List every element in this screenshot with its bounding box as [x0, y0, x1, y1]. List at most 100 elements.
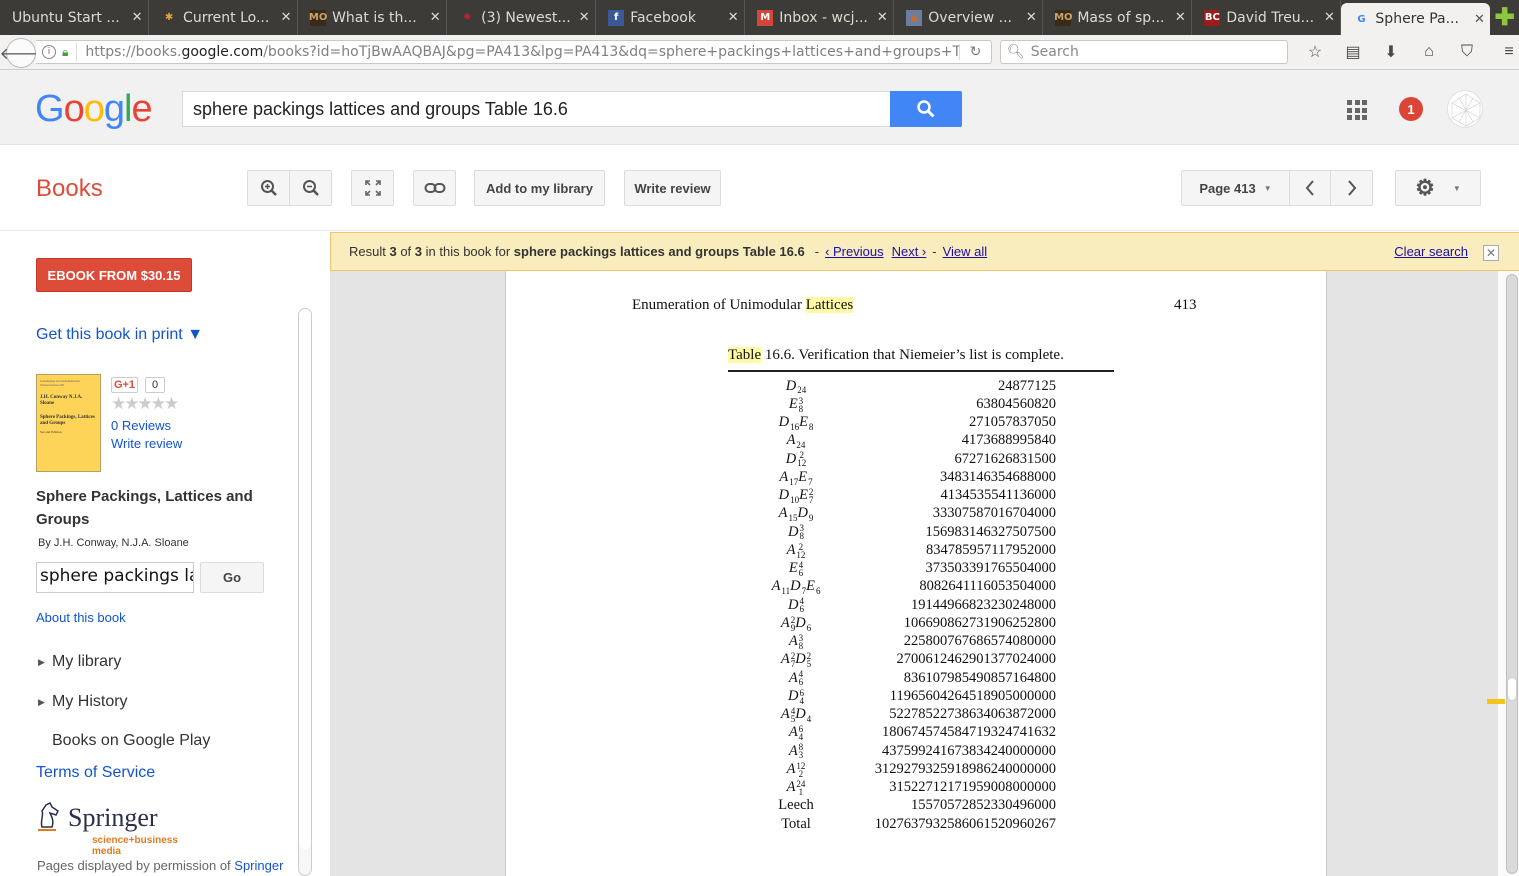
lattice-count: 67271626831500 — [954, 450, 1057, 467]
write-review-link[interactable]: Write review — [111, 436, 182, 451]
browser-tab[interactable]: f Facebook ✕ — [596, 0, 746, 35]
lattice-count: 836107985490857164800 — [903, 669, 1056, 686]
browser-tab[interactable]: M Inbox - wcj... ✕ — [745, 0, 895, 35]
notification-badge[interactable]: 1 — [1399, 97, 1423, 121]
clear-search-link[interactable]: Clear search — [1394, 244, 1468, 259]
lattice-count: 1027637932586061520960267 — [874, 815, 1056, 832]
close-tab-icon[interactable]: ✕ — [1020, 10, 1042, 25]
table-row: E 3 8 63804560820 — [726, 395, 1056, 413]
pocket-icon[interactable]: ⛉ — [1448, 40, 1486, 64]
tab-title: David Treu... — [1226, 9, 1315, 26]
info-icon[interactable]: i — [42, 45, 56, 59]
close-tab-icon[interactable]: ✕ — [424, 10, 446, 25]
lattice-count: 8082641116053504000 — [919, 578, 1056, 595]
expand-triangle-icon: ▶ — [38, 696, 45, 707]
search-in-book-input[interactable]: sphere packings lattices and groups Tabl… — [36, 562, 194, 593]
url-path: /books?id=hoTjBwAAQBAJ&pg=PA413&lpg=PA41… — [263, 44, 959, 60]
next-page-button[interactable] — [1330, 170, 1373, 206]
browser-tab-strip: Ubuntu Start ... ✕ ✱ Current Lo... ✕ MO What i… — [0, 0, 1519, 35]
settings-button[interactable]: ⚙ ▼ — [1395, 170, 1481, 206]
books-on-google-play-link[interactable]: Books on Google Play — [52, 732, 210, 750]
browser-tab[interactable]: G Sphere Pa... ✕ — [1341, 3, 1491, 35]
close-tab-icon[interactable]: ✕ — [722, 10, 744, 25]
close-tab-icon[interactable]: ✕ — [1318, 10, 1340, 25]
fullscreen-button[interactable] — [351, 170, 394, 206]
search-hit-marker[interactable] — [1487, 699, 1505, 704]
lattice-count: 225800767686574080000 — [903, 633, 1056, 650]
close-tab-icon[interactable]: ✕ — [1468, 12, 1490, 27]
scrollbar-thumb[interactable] — [299, 309, 311, 849]
lattice-name: D 10 E 2 7 — [778, 486, 814, 505]
lattice-name: Leech — [778, 797, 814, 814]
lattice-name: Total — [781, 815, 811, 832]
browser-search-input[interactable]: 🔍︎ Search — [1000, 40, 1288, 64]
about-this-book-link[interactable]: About this book — [36, 610, 126, 625]
reviews-link[interactable]: 0 Reviews — [111, 418, 171, 433]
add-to-library-button[interactable]: Add to my library — [474, 170, 605, 206]
star-icon: ★ — [150, 394, 166, 413]
view-all-link[interactable]: View all — [943, 244, 988, 259]
table-row: A 2 7 D 2 5 2700612462901377024000 — [726, 651, 1056, 669]
lattice-count: 11965604264518905000000 — [889, 687, 1056, 704]
google-search-button[interactable] — [890, 91, 962, 127]
bookmark-star-icon[interactable]: ☆ — [1296, 40, 1334, 64]
book-cover[interactable]: Grundlehren der mathematischen Wissensch… — [36, 374, 101, 472]
lattice-count: 271057837050 — [969, 414, 1056, 431]
my-library-item[interactable]: ▶ My library — [38, 653, 121, 671]
springer-link[interactable]: Springer — [234, 858, 283, 873]
ebook-purchase-button[interactable]: EBOOK FROM $30.15 — [36, 258, 192, 292]
close-tab-icon[interactable]: ✕ — [126, 10, 148, 25]
browser-tab[interactable]: MO What is th... ✕ — [298, 0, 448, 35]
page-select-dropdown[interactable]: Page 413 ▼ — [1181, 170, 1290, 206]
table-row: A 11 D 7E 6 8082641116053504000 — [726, 578, 1056, 596]
google-logo[interactable]: Google — [35, 88, 153, 131]
my-history-item[interactable]: ▶ My History — [38, 693, 128, 711]
avatar[interactable] — [1447, 90, 1483, 128]
scrollbar-thumb[interactable] — [1507, 676, 1517, 701]
table-row: A 8 3 437599241673834240000000 — [726, 742, 1056, 760]
zoom-out-button[interactable] — [289, 170, 332, 206]
get-book-in-print-link[interactable]: Get this book in print ▼ — [36, 326, 203, 344]
previous-page-button[interactable] — [1289, 170, 1331, 206]
close-tab-icon[interactable]: ✕ — [573, 10, 595, 25]
previous-result-link[interactable]: ‹ Previous — [825, 244, 884, 259]
tab-title: Ubuntu Start ... — [12, 9, 120, 26]
menu-icon[interactable]: ≡ — [1490, 40, 1519, 64]
reading-list-icon[interactable]: ▤ — [1334, 40, 1372, 64]
url-bar[interactable]: i 🔒︎ https://books.google.com/books?id=h… — [36, 40, 992, 64]
google-search-input[interactable]: sphere packings lattices and groups Tabl… — [182, 91, 891, 127]
back-button[interactable]: 🡐 — [0, 38, 42, 68]
go-button[interactable]: Go — [200, 562, 264, 593]
books-section-title[interactable]: Books — [36, 175, 103, 203]
close-icon[interactable]: ✕ — [1483, 245, 1499, 261]
apps-grid-icon[interactable] — [1347, 100, 1367, 120]
reload-icon[interactable]: ↻ — [959, 44, 991, 60]
close-tab-icon[interactable]: ✕ — [1169, 10, 1191, 25]
browser-tab[interactable]: ▲ Overview ... ✕ — [894, 0, 1044, 35]
url-text[interactable]: https://books.google.com/books?id=hoTjBw… — [85, 44, 959, 60]
close-tab-icon[interactable]: ✕ — [275, 10, 297, 25]
next-result-link[interactable]: Next › — [892, 244, 927, 259]
browser-tab[interactable]: ✱ Current Lo... ✕ — [149, 0, 299, 35]
close-tab-icon[interactable]: ✕ — [871, 10, 893, 25]
zoom-in-icon — [260, 180, 277, 196]
book-page: Enumeration of Unimodular Lattices 413 T… — [505, 271, 1327, 876]
bc-icon: BC — [1204, 9, 1221, 26]
springer-logo[interactable]: Springer science+business media — [36, 801, 201, 857]
google-plus-one-button[interactable]: G+1 — [111, 377, 138, 393]
home-icon[interactable]: ⌂ — [1410, 40, 1448, 64]
my-library-label: My library — [52, 653, 122, 670]
link-button[interactable] — [413, 170, 456, 206]
write-review-button[interactable]: Write review — [624, 170, 721, 206]
new-tab-button[interactable]: ✚ — [1490, 0, 1519, 35]
page-scrollbar[interactable] — [1506, 274, 1518, 874]
sidebar-scrollbar[interactable] — [298, 308, 312, 876]
browser-tab[interactable]: ✸ (3) Newest... ✕ — [447, 0, 597, 35]
browser-tab[interactable]: Ubuntu Start ... ✕ — [0, 0, 150, 35]
terms-of-service-link[interactable]: Terms of Service — [36, 764, 155, 782]
browser-tab[interactable]: BC David Treu... ✕ — [1192, 0, 1342, 35]
browser-tab[interactable]: MO Mass of sp... ✕ — [1043, 0, 1193, 35]
zoom-in-button[interactable] — [247, 170, 290, 206]
lattice-count: 52278522738634063872000 — [889, 706, 1056, 723]
download-icon[interactable]: ⬇ — [1372, 40, 1410, 64]
